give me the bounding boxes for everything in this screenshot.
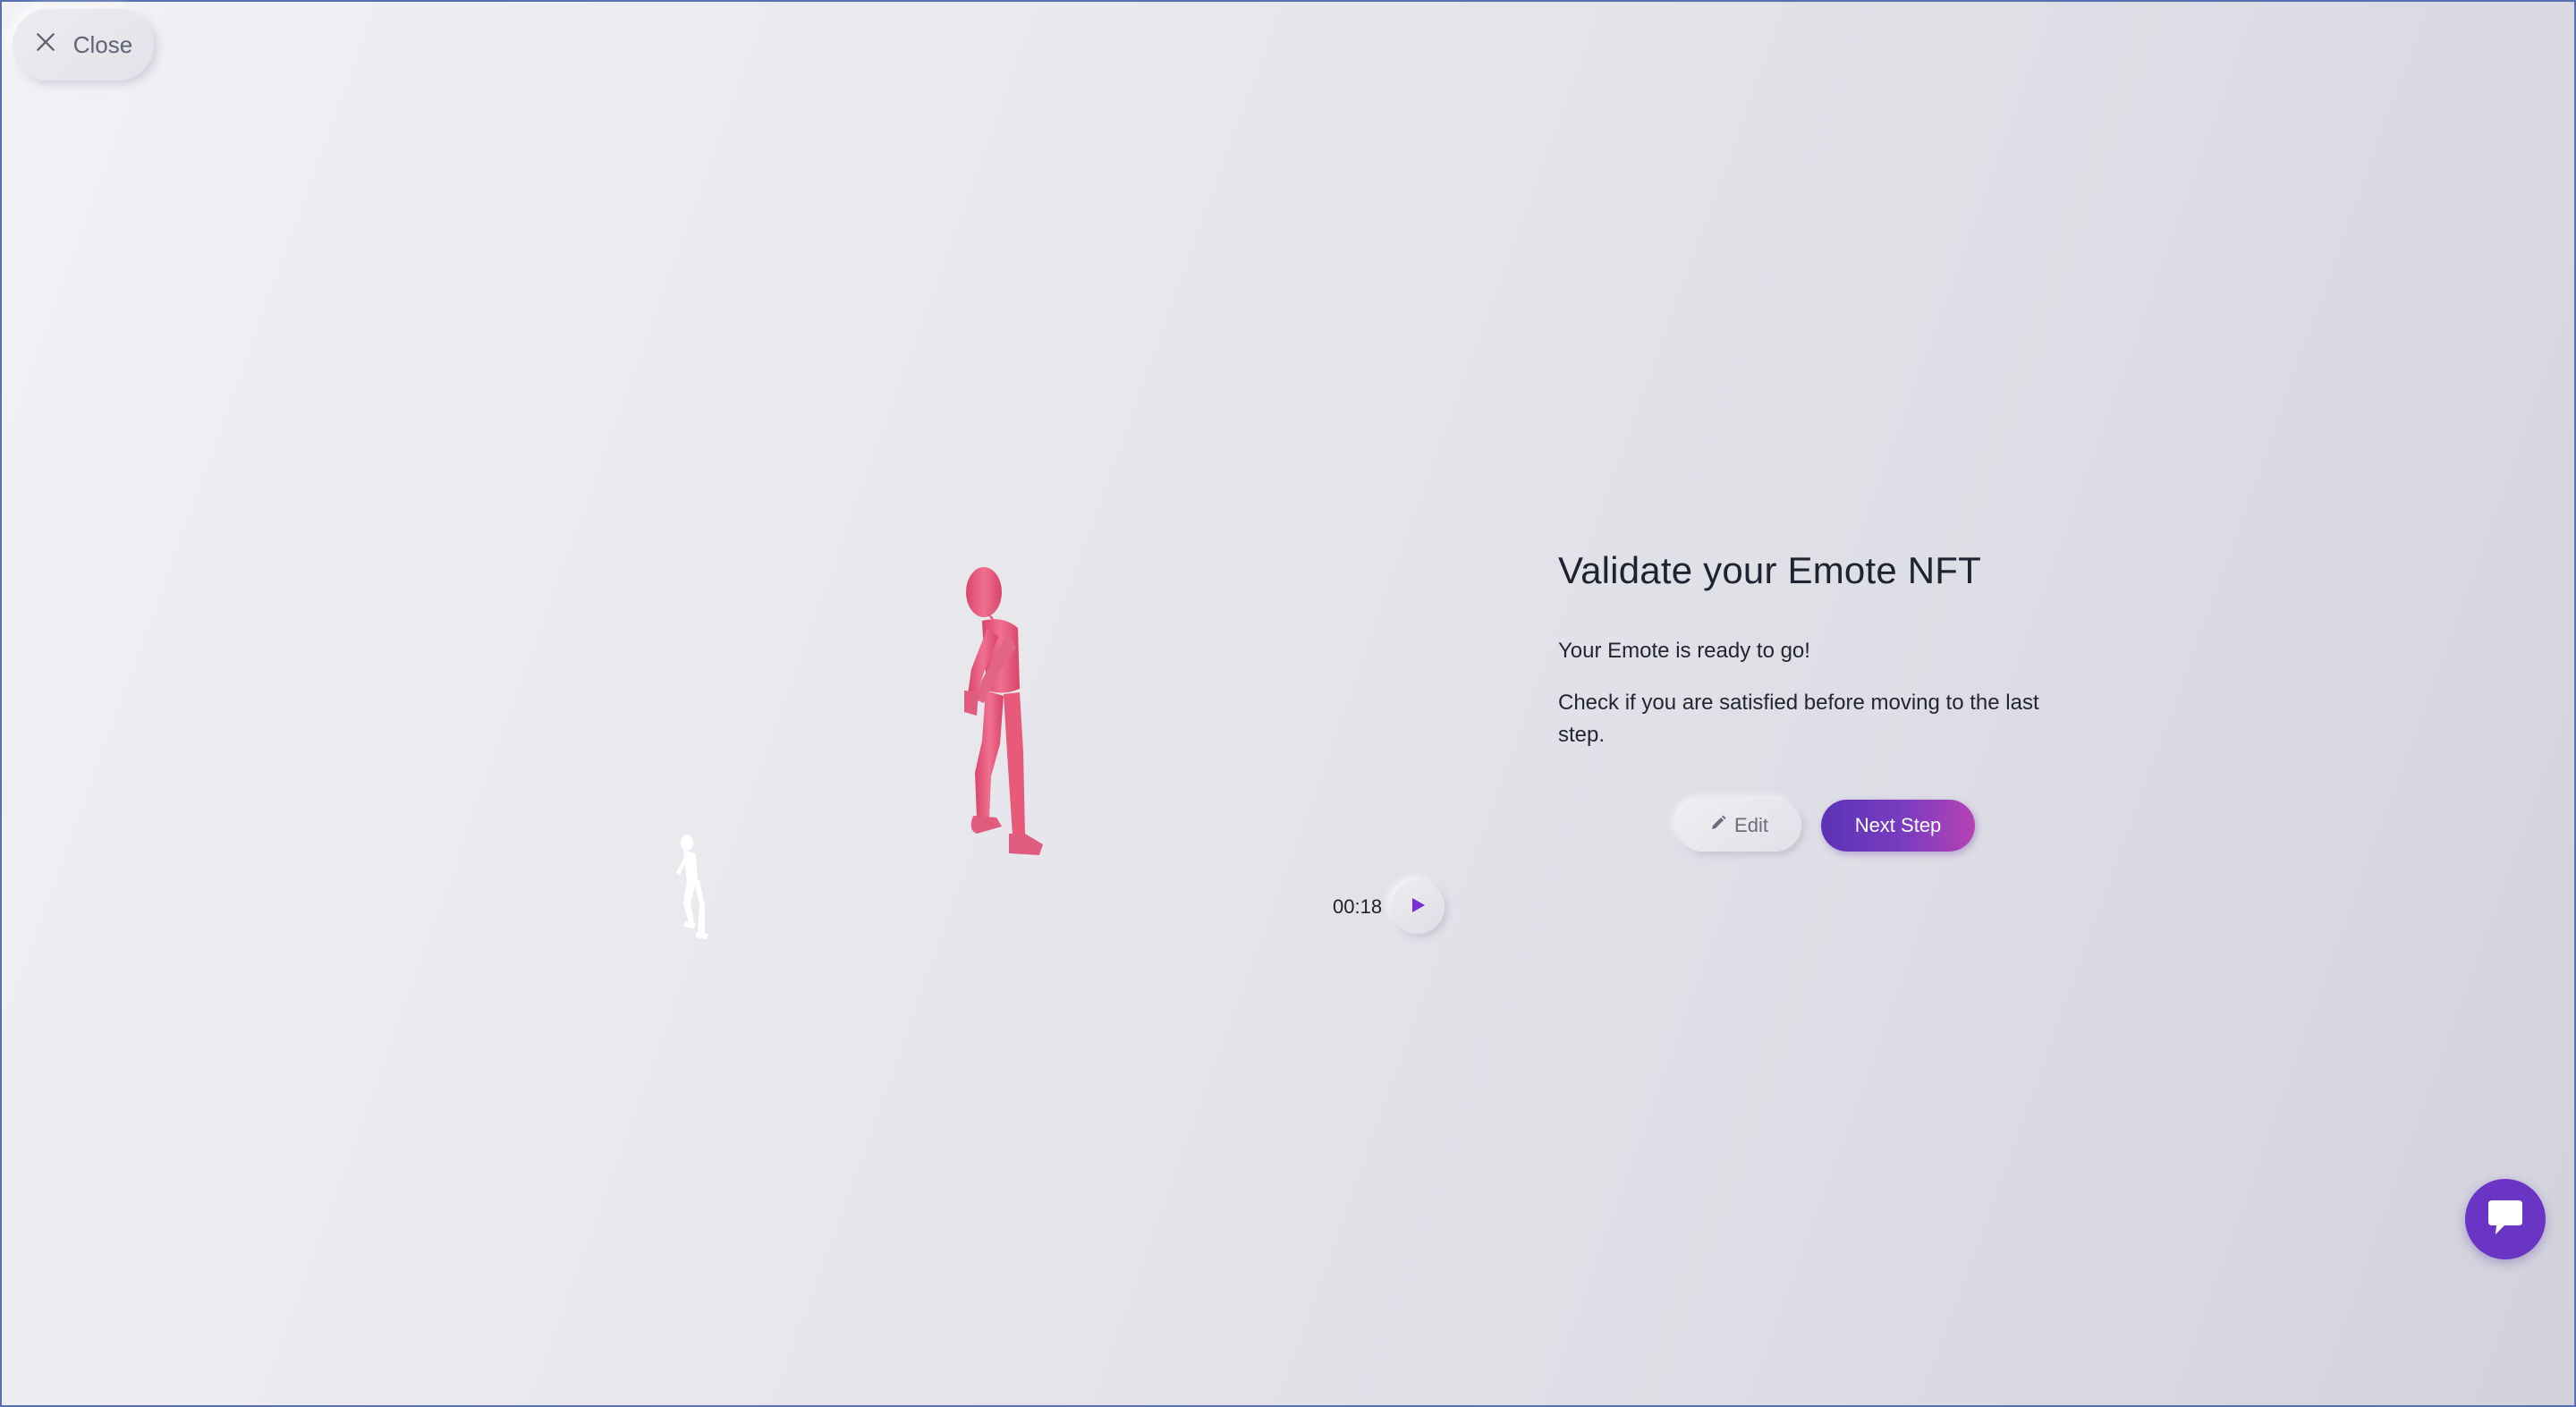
play-icon [1409,896,1427,919]
edit-button[interactable]: Edit [1676,800,1801,852]
validation-panel: Validate your Emote NFT Your Emote is re… [1558,549,2095,751]
chat-icon [2485,1199,2526,1241]
pencil-icon [1709,814,1727,837]
check-message: Check if you are satisfied before moving… [1558,691,2039,747]
ready-message: Your Emote is ready to go! [1558,639,1810,663]
next-step-button[interactable]: Next Step [1821,800,1975,852]
close-button[interactable]: Close [13,9,154,81]
playback-time: 00:18 [1333,895,1383,918]
close-label: Close [72,30,133,58]
play-button[interactable] [1391,880,1445,934]
chat-button[interactable] [2465,1179,2546,1259]
edit-label: Edit [1734,814,1768,836]
action-buttons: Edit Next Step [1676,800,1975,852]
next-step-label: Next Step [1854,814,1942,836]
close-icon [34,30,57,60]
playback-controls: 00:18 [1333,880,1445,934]
avatar-figure [964,567,1043,855]
avatar-shadow-figure [676,835,708,939]
page-title: Validate your Emote NFT [1558,549,1981,591]
